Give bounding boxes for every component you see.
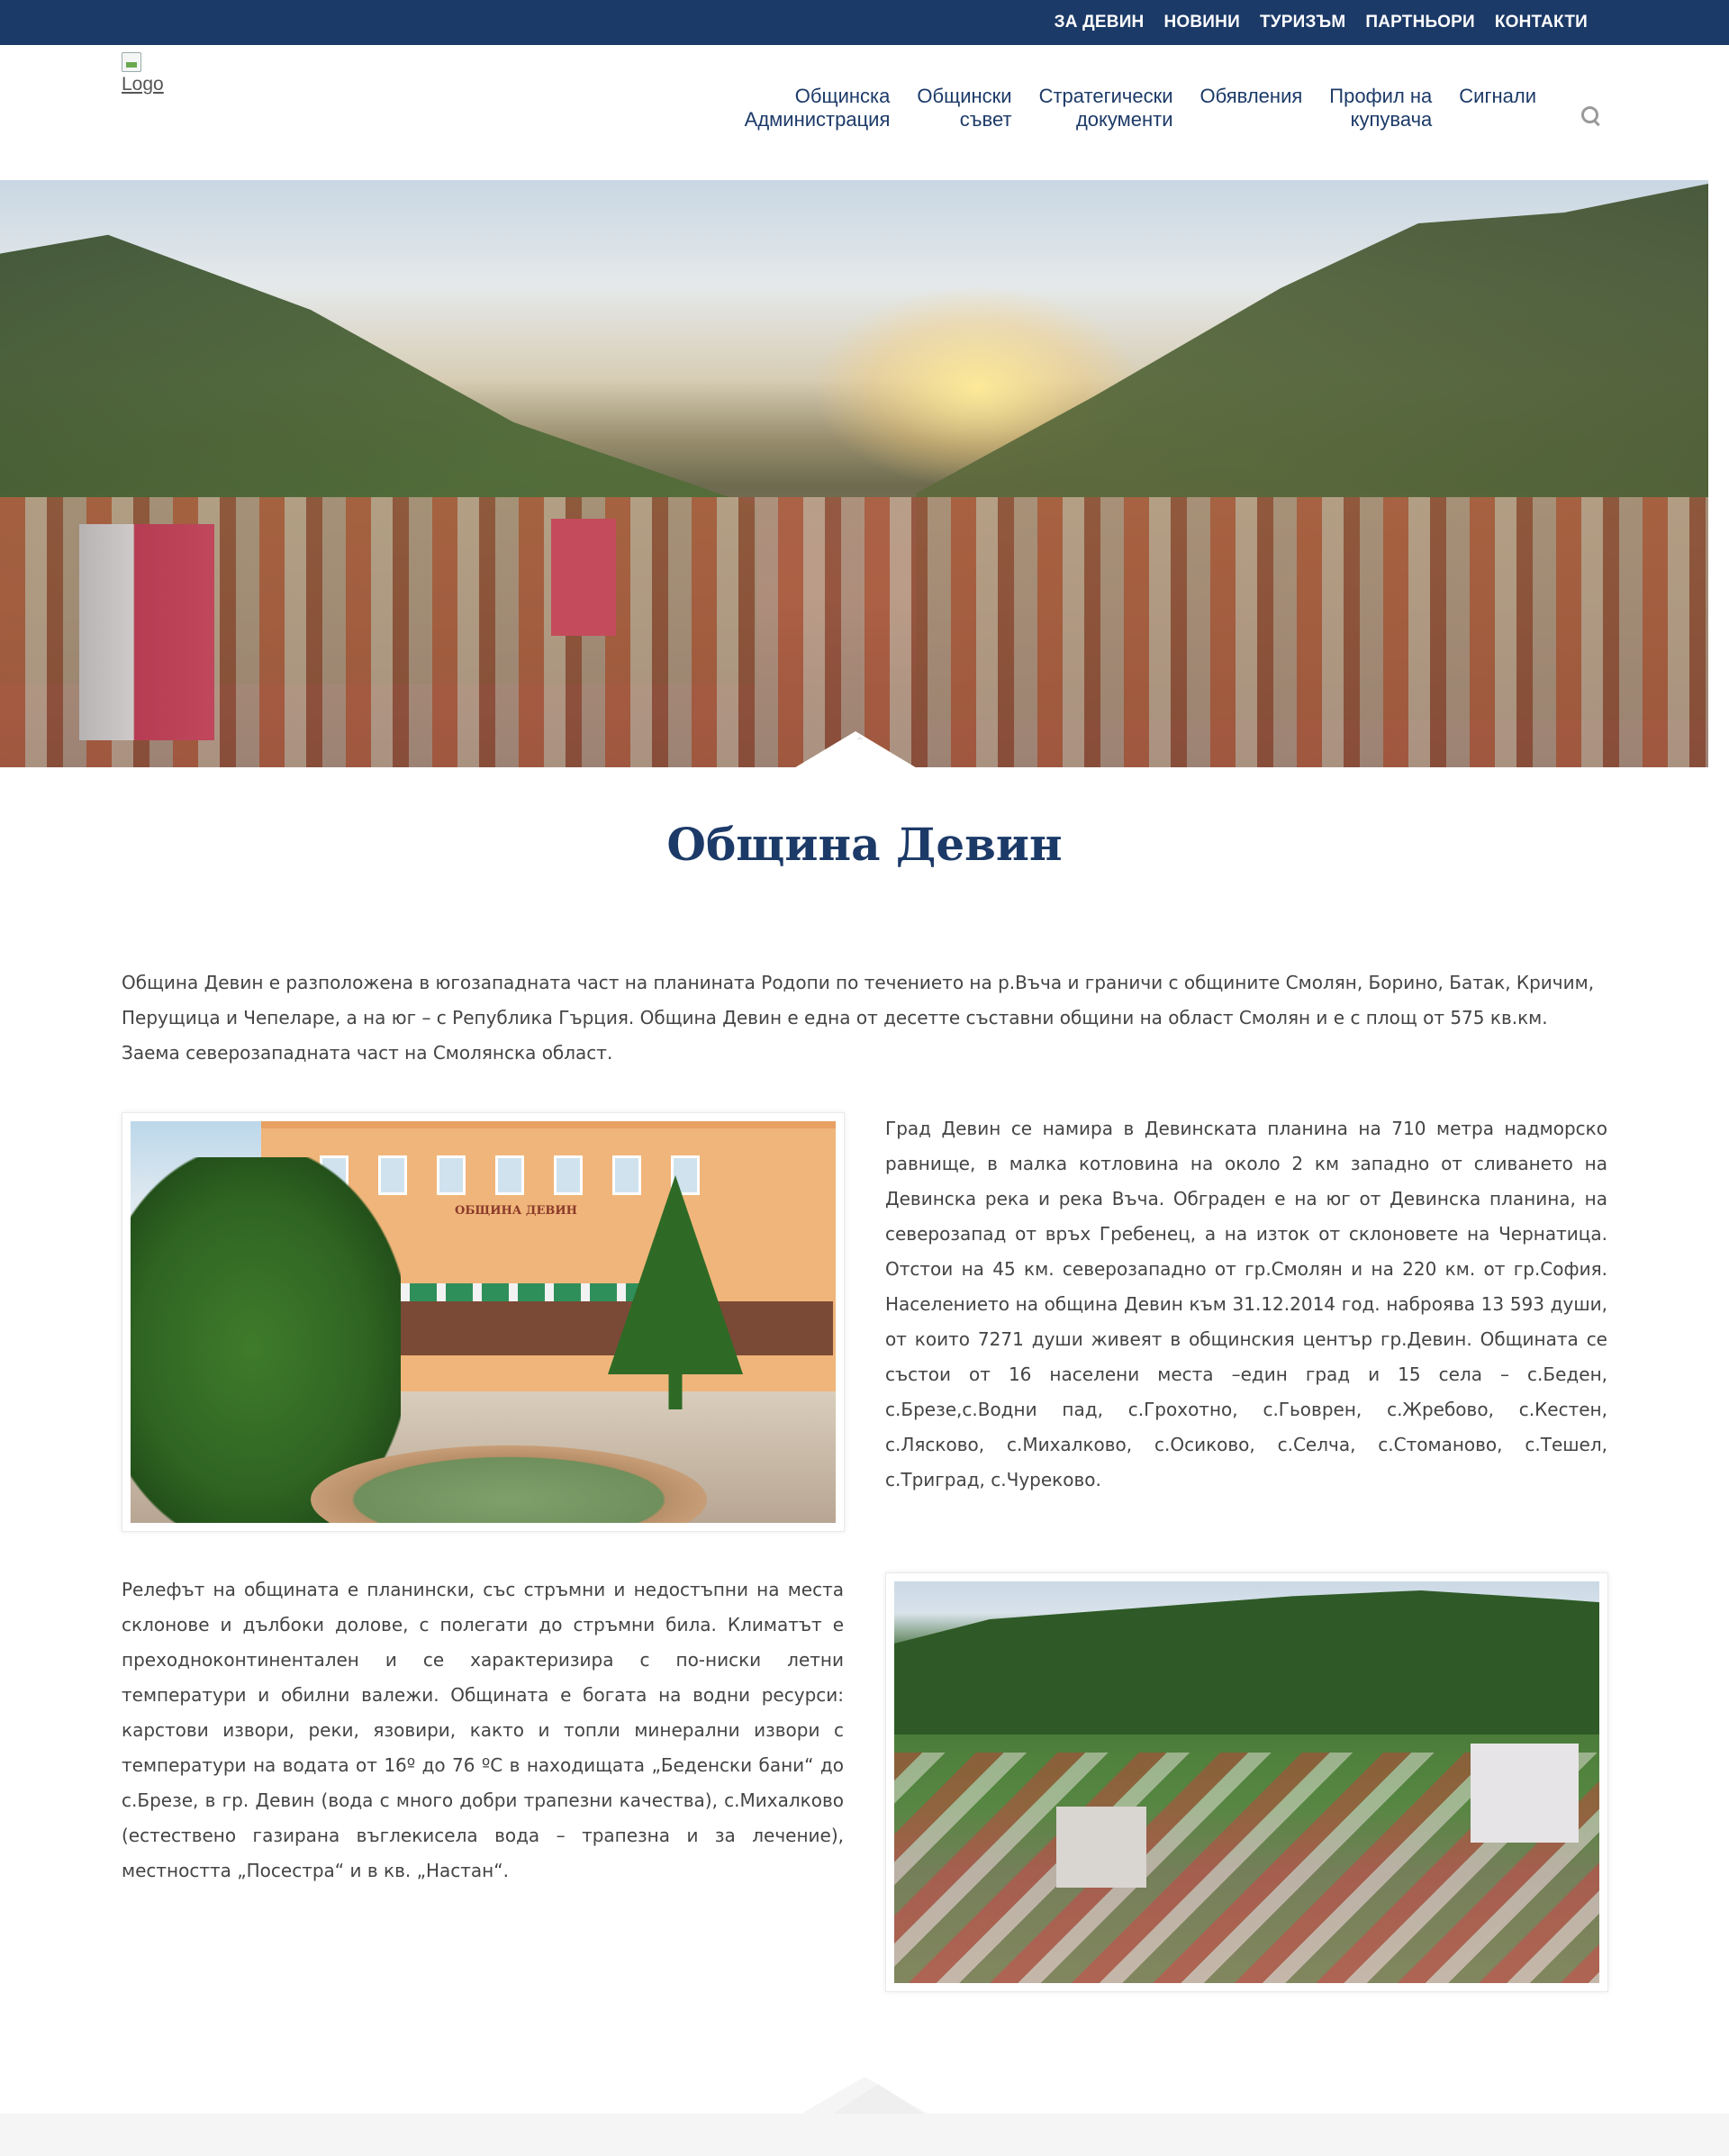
search-icon[interactable] (1580, 104, 1603, 128)
topnav-about[interactable]: ЗА ДЕВИН (1055, 13, 1145, 32)
municipality-building-image: ОБЩИНА ДЕВИН (131, 1121, 836, 1523)
terrace (401, 1301, 833, 1355)
nav-municipal-administration[interactable]: Общинска Администрация (745, 85, 891, 131)
logo[interactable]: Logo (122, 52, 164, 95)
topnav-news[interactable]: НОВИНИ (1163, 13, 1239, 32)
nav-strategic-documents[interactable]: Стратегически документи (1039, 85, 1173, 131)
nav-buyer-profile[interactable]: Профил на купувача (1329, 85, 1432, 131)
building-sign: ОБЩИНА ДЕВИН (455, 1204, 577, 1218)
aerial-hotel (1471, 1744, 1579, 1843)
site-header: Logo Общинска Администрация Общински съвет… (0, 45, 1729, 180)
aerial-block (1056, 1807, 1146, 1888)
nav-announcements[interactable]: Обявления (1200, 85, 1303, 108)
town-description-paragraph: Град Девин се намира в Девинската планин… (885, 1118, 1607, 1490)
hero-red-building (551, 519, 616, 636)
hero-tower-building (79, 524, 214, 740)
top-bar: ЗА ДЕВИН НОВИНИ ТУРИЗЪМ ПАРТНЬОРИ КОНТАК… (0, 0, 1729, 45)
relief-climate-paragraph: Релефът на общината е планински, със стр… (122, 1579, 844, 1881)
building-window (554, 1155, 583, 1195)
broken-image-icon (122, 52, 141, 72)
topnav-partners[interactable]: ПАРТНЬОРИ (1365, 13, 1474, 32)
hero-town (0, 497, 1708, 767)
town-aerial-photo (885, 1572, 1608, 1992)
nav-signals[interactable]: Сигнали (1459, 85, 1536, 108)
footer-strip (0, 2114, 1729, 2156)
town-aerial-image (894, 1581, 1599, 1983)
building-window (612, 1155, 641, 1195)
building-window (495, 1155, 524, 1195)
main-nav: Общинска Администрация Общински съвет Стра… (745, 85, 1603, 131)
building-window (437, 1155, 466, 1195)
intro-paragraph: Община Девин е разположена в югозападнат… (122, 972, 1595, 1064)
aerial-hill (894, 1590, 1599, 1735)
topnav-tourism[interactable]: ТУРИЗЪМ (1260, 13, 1345, 32)
top-nav: ЗА ДЕВИН НОВИНИ ТУРИЗЪМ ПАРТНЬОРИ КОНТАК… (1055, 0, 1588, 45)
nav-municipal-council[interactable]: Общински съвет (917, 85, 1011, 131)
hero-image (0, 180, 1708, 767)
logo-alt-text: Logo (122, 74, 164, 95)
page-title: Община Девин (666, 818, 1063, 871)
municipality-building-photo: ОБЩИНА ДЕВИН (122, 1112, 845, 1532)
building-roofline (261, 1121, 836, 1128)
topnav-contacts[interactable]: КОНТАКТИ (1495, 13, 1588, 32)
